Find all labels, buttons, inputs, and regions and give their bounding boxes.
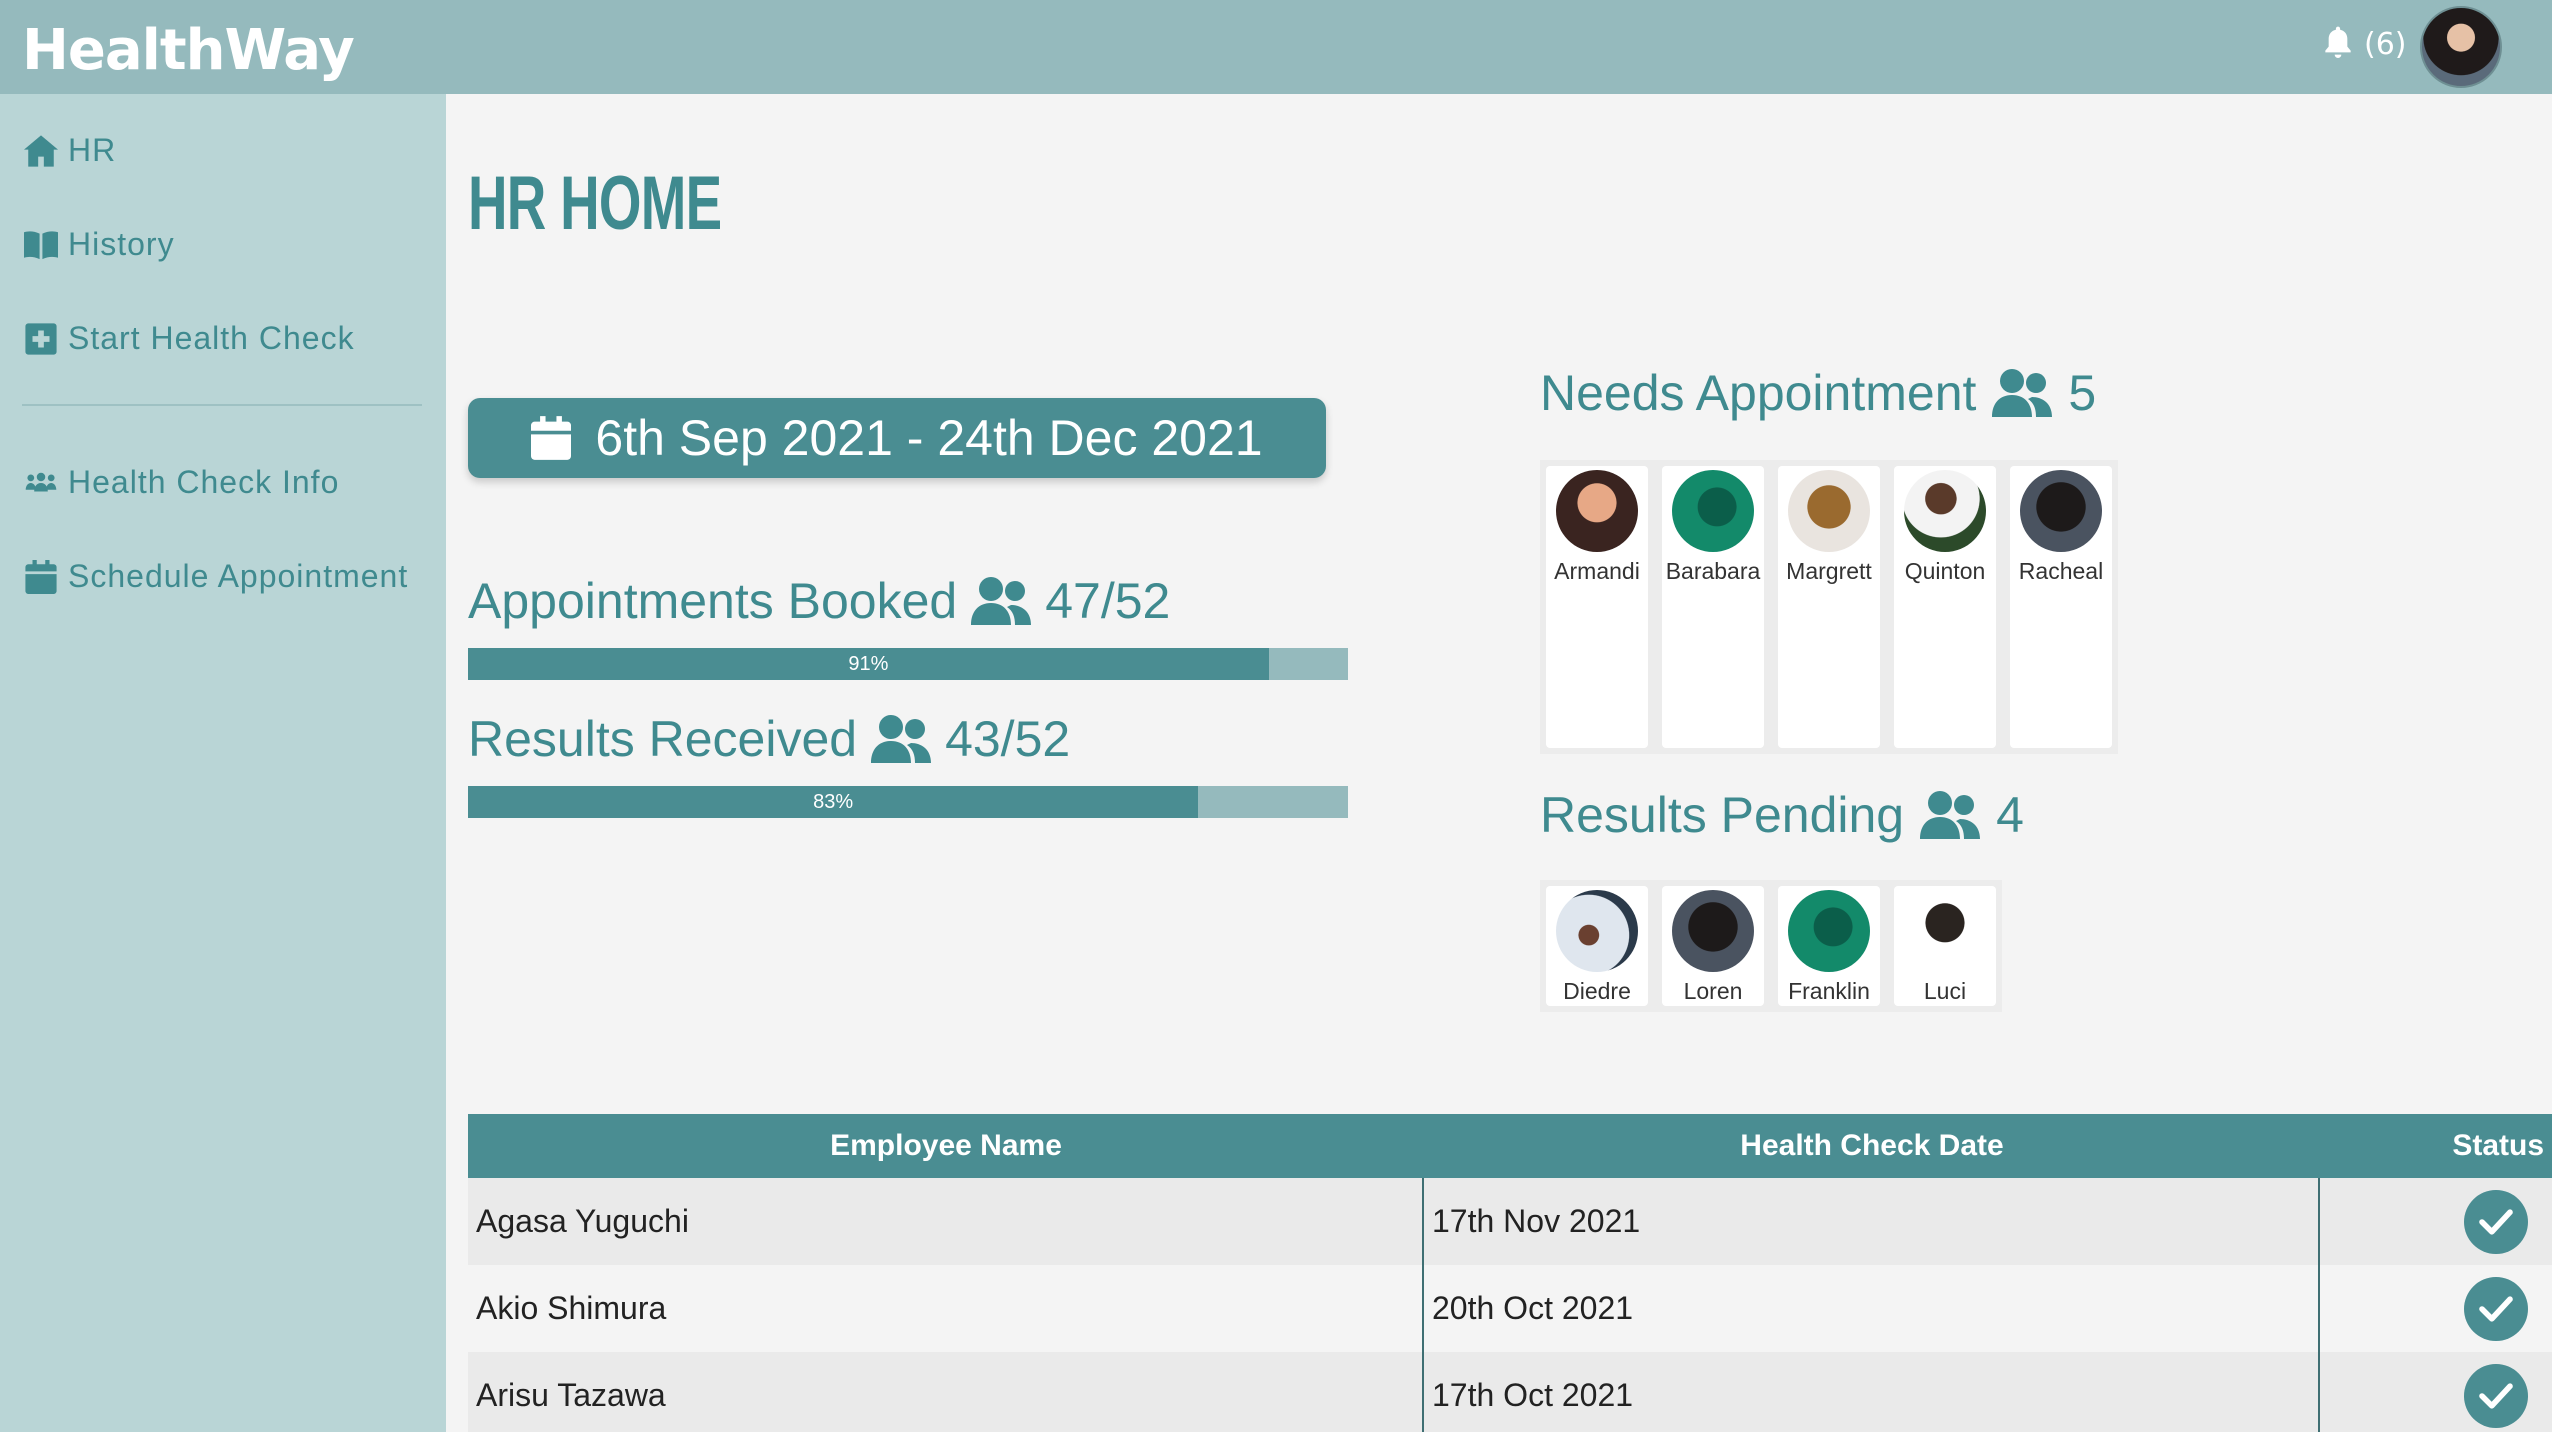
person-name: Franklin: [1788, 978, 1870, 1004]
notification-count: (6): [2364, 26, 2407, 62]
person-avatar: [1788, 890, 1870, 972]
person-avatar: [1556, 470, 1638, 552]
check-circle-icon: [2464, 1363, 2528, 1428]
employee-table: Employee Name Health Check Date Status A…: [468, 1114, 2552, 1432]
sidebar-item-label: Start Health Check: [68, 320, 355, 356]
person-name: Barabara: [1665, 558, 1761, 584]
person-card[interactable]: Barabara: [1662, 466, 1764, 748]
person-name: Margrett: [1786, 558, 1872, 584]
person-card[interactable]: Quinton: [1894, 466, 1996, 748]
book-icon: [24, 230, 58, 259]
person-card[interactable]: Racheal: [2010, 466, 2112, 748]
appointments-booked-count: 47/52: [1045, 573, 1171, 629]
sidebar-item-schedule-appointment[interactable]: Schedule Appointment: [24, 558, 408, 595]
date-range-label: 6th Sep 2021 - 24th Dec 2021: [595, 410, 1263, 466]
column-header-employee-name[interactable]: Employee Name: [468, 1114, 1424, 1178]
employee-name-cell: Akio Shimura: [468, 1265, 1424, 1352]
person-card[interactable]: Luci: [1894, 886, 1996, 1006]
user-avatar[interactable]: [2420, 6, 2502, 88]
calendar-icon: [25, 559, 57, 594]
employee-name-cell: Agasa Yuguchi: [468, 1178, 1424, 1265]
needs-appointment-label: Needs Appointment: [1540, 365, 1977, 421]
users-icon: [971, 577, 1032, 625]
person-avatar: [1788, 470, 1870, 552]
sidebar-divider: [22, 404, 422, 406]
health-check-date-cell: 17th Oct 2021: [1424, 1352, 2320, 1432]
person-name: Racheal: [2018, 558, 2104, 584]
users-icon: [1920, 791, 1981, 839]
appointments-booked-label: Appointments Booked: [468, 573, 958, 629]
person-name: Quinton: [1904, 558, 1986, 584]
appointments-progress-fill: 91%: [468, 648, 1269, 680]
check-circle-icon: [2464, 1189, 2528, 1254]
home-icon: [24, 134, 58, 167]
appointments-booked-stat: Appointments Booked 47/52: [468, 572, 1170, 630]
person-card[interactable]: Armandi: [1546, 466, 1648, 748]
users-icon: [25, 472, 57, 491]
person-card[interactable]: Diedre: [1546, 886, 1648, 1006]
top-bar: HealthWay (6): [0, 0, 2552, 94]
date-range-button[interactable]: 6th Sep 2021 - 24th Dec 2021: [468, 398, 1326, 478]
needs-appointment-count: 5: [2068, 365, 2097, 421]
person-avatar: [1556, 890, 1638, 972]
table-row[interactable]: Agasa Yuguchi 17th Nov 2021: [468, 1178, 2552, 1265]
sidebar: HR History Start Health Check Health Che…: [0, 94, 446, 1432]
sidebar-item-label: HR: [68, 132, 117, 168]
results-progress-fill: 83%: [468, 786, 1199, 818]
person-name: Armandi: [1554, 558, 1640, 584]
status-cell: [2320, 1352, 2552, 1432]
person-avatar: [1904, 890, 1986, 972]
results-pending-count: 4: [1996, 787, 2024, 843]
brand-logo[interactable]: HealthWay: [22, 18, 355, 83]
notifications[interactable]: (6): [2322, 26, 2407, 62]
appointments-progress-bar: 91%: [468, 648, 1348, 680]
check-circle-icon: [2464, 1276, 2528, 1341]
person-card[interactable]: Loren: [1662, 886, 1764, 1006]
employee-name-cell: Arisu Tazawa: [468, 1352, 1424, 1432]
results-pending-list: Diedre Loren Franklin Luci: [1540, 880, 2002, 1012]
sidebar-item-label: Schedule Appointment: [68, 558, 409, 594]
table-header: Employee Name Health Check Date Status: [468, 1114, 2552, 1178]
plus-square-icon: [25, 322, 57, 355]
table-row[interactable]: Akio Shimura 20th Oct 2021: [468, 1265, 2552, 1352]
results-received-label: Results Received: [468, 711, 858, 767]
needs-appointment-heading: Needs Appointment 5: [1540, 364, 2096, 422]
column-header-status[interactable]: Status: [2320, 1114, 2552, 1178]
column-header-health-check-date[interactable]: Health Check Date: [1424, 1114, 2320, 1178]
sidebar-item-start-health-check[interactable]: Start Health Check: [24, 320, 355, 357]
page-title: HR HOME: [468, 161, 722, 246]
results-pending-label: Results Pending: [1540, 787, 1905, 843]
bell-icon: [2325, 26, 2351, 59]
sidebar-item-label: History: [68, 226, 175, 262]
person-avatar: [1672, 890, 1754, 972]
users-icon: [871, 715, 932, 763]
needs-appointment-list: Armandi Barabara Margrett Quinton Rachea…: [1540, 460, 2118, 754]
sidebar-item-label: Health Check Info: [68, 464, 340, 500]
person-avatar: [1672, 470, 1754, 552]
health-check-date-cell: 20th Oct 2021: [1424, 1265, 2320, 1352]
status-cell: [2320, 1265, 2552, 1352]
person-name: Loren: [1683, 978, 1743, 1004]
person-card[interactable]: Franklin: [1778, 886, 1880, 1006]
table-row[interactable]: Arisu Tazawa 17th Oct 2021: [468, 1352, 2552, 1432]
calendar-icon: [531, 416, 572, 460]
results-pending-heading: Results Pending 4: [1540, 786, 2024, 844]
person-card[interactable]: Margrett: [1778, 466, 1880, 748]
person-name: Diedre: [1563, 978, 1631, 1004]
sidebar-item-history[interactable]: History: [24, 226, 175, 263]
table-body: Agasa Yuguchi 17th Nov 2021 Akio Shimura…: [468, 1178, 2552, 1432]
users-icon: [1992, 369, 2053, 417]
results-progress-bar: 83%: [468, 786, 1348, 818]
person-avatar: [1904, 470, 1986, 552]
person-name: Luci: [1923, 978, 1967, 1004]
sidebar-item-health-check-info[interactable]: Health Check Info: [24, 464, 339, 501]
results-received-count: 43/52: [945, 711, 1071, 767]
results-received-stat: Results Received 43/52: [468, 710, 1070, 768]
status-cell: [2320, 1178, 2552, 1265]
health-check-date-cell: 17th Nov 2021: [1424, 1178, 2320, 1265]
sidebar-item-hr[interactable]: HR: [24, 132, 116, 169]
person-avatar: [2020, 470, 2102, 552]
